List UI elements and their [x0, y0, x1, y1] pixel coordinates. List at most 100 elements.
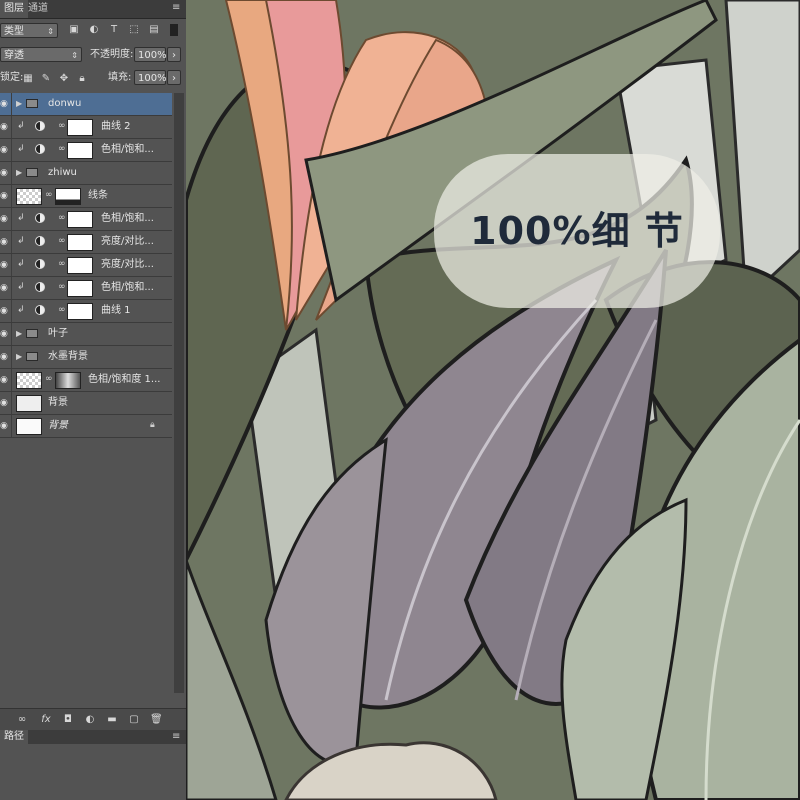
layer-name: 曲线 2 — [101, 121, 131, 132]
link-layers-icon[interactable]: ∞ — [16, 714, 28, 726]
new-group-icon[interactable]: ▬ — [106, 714, 118, 726]
layer-name: 色相/饱和度 1... — [88, 374, 161, 385]
fill-label: 填充: — [108, 72, 132, 83]
layer-mask-thumbnail[interactable] — [67, 142, 93, 159]
fill-field[interactable]: 100% — [134, 70, 167, 85]
eye-icon[interactable]: ◉ — [0, 214, 8, 224]
eye-icon[interactable]: ◉ — [0, 306, 8, 316]
expand-arrow-icon[interactable]: ▶ — [16, 352, 22, 361]
eye-icon[interactable]: ◉ — [0, 329, 8, 339]
filter-kind-select[interactable]: 类型 ⇕ — [0, 23, 58, 38]
opacity-field[interactable]: 100% — [134, 47, 167, 62]
eye-icon[interactable]: ◉ — [0, 191, 8, 201]
lock-transparency-icon[interactable]: ▦ — [22, 73, 34, 85]
eye-icon[interactable]: ◉ — [0, 99, 8, 109]
layer-mask-thumbnail[interactable] — [67, 303, 93, 320]
type-filter-icon[interactable]: T — [108, 24, 120, 36]
lock-position-icon[interactable]: ✥ — [58, 73, 70, 85]
chain-link-icon[interactable]: ∞ — [58, 121, 66, 131]
eye-icon[interactable]: ◉ — [0, 237, 8, 247]
layer-row[interactable]: ◉ ↲ ∞ 色相/饱和... — [0, 208, 172, 231]
folder-icon — [26, 168, 38, 177]
chain-link-icon[interactable]: ∞ — [58, 213, 66, 223]
layer-row[interactable]: ◉ 背景 — [0, 392, 172, 415]
adjustment-icon — [35, 121, 45, 131]
eye-icon[interactable]: ◉ — [0, 260, 8, 270]
fx-icon[interactable]: fx — [40, 714, 52, 726]
document-canvas[interactable]: 100%细 节 — [186, 0, 800, 800]
eye-icon[interactable]: ◉ — [0, 375, 8, 385]
clip-arrow-icon: ↲ — [17, 282, 25, 292]
layer-row[interactable]: ◉ 背景 🔒︎ — [0, 415, 172, 438]
chain-link-icon[interactable]: ∞ — [58, 282, 66, 292]
eye-icon[interactable]: ◉ — [0, 352, 8, 362]
folder-icon — [26, 99, 38, 108]
layer-row[interactable]: ◉ ▶ zhiwu — [0, 162, 172, 185]
new-layer-icon[interactable]: ▢ — [128, 714, 140, 726]
layer-row[interactable]: ◉ ∞ 色相/饱和度 1... — [0, 369, 172, 392]
layer-row[interactable]: ◉ ↲ ∞ 曲线 1 — [0, 300, 172, 323]
panel-menu-icon[interactable]: ≡ — [172, 3, 182, 13]
opacity-slider-toggle[interactable]: › — [167, 47, 181, 62]
eye-icon[interactable]: ◉ — [0, 398, 8, 408]
layer-mask-thumbnail[interactable] — [67, 280, 93, 297]
mask-icon[interactable]: ◘ — [62, 714, 74, 726]
layer-row[interactable]: ◉ ▶ 叶子 — [0, 323, 172, 346]
layer-name: 色相/饱和... — [101, 213, 154, 224]
eye-icon[interactable]: ◉ — [0, 283, 8, 293]
layer-thumbnail[interactable] — [16, 395, 42, 412]
layer-name: zhiwu — [48, 167, 77, 178]
eye-icon[interactable]: ◉ — [0, 168, 8, 178]
lock-all-icon[interactable]: 🔒︎ — [76, 73, 88, 85]
layer-name: donwu — [48, 98, 82, 109]
fill-slider-toggle[interactable]: › — [167, 70, 181, 85]
paths-menu-icon[interactable]: ≡ — [172, 732, 182, 742]
layer-mask-thumbnail[interactable] — [67, 257, 93, 274]
chain-link-icon[interactable]: ∞ — [58, 305, 66, 315]
layer-row[interactable]: ◉ ↲ ∞ 曲线 2 — [0, 116, 172, 139]
layer-mask-thumbnail[interactable] — [55, 188, 81, 205]
layer-mask-thumbnail[interactable] — [67, 234, 93, 251]
eye-icon[interactable]: ◉ — [0, 122, 8, 132]
smart-object-filter-icon[interactable]: ▤ — [148, 24, 160, 36]
tab-channels[interactable]: 通道 — [24, 0, 52, 18]
trash-icon[interactable]: 🗑︎ — [150, 714, 163, 726]
adjustment-layer-icon[interactable]: ◐ — [84, 714, 96, 726]
layer-thumbnail[interactable] — [16, 188, 42, 205]
folder-icon — [26, 352, 38, 361]
layer-row[interactable]: ◉ ∞ 线条 — [0, 185, 172, 208]
layer-row[interactable]: ◉ ▶ 水墨背景 — [0, 346, 172, 369]
layer-scrollbar[interactable] — [174, 93, 184, 693]
layer-row[interactable]: ◉ ↲ ∞ 色相/饱和... — [0, 139, 172, 162]
layer-thumbnail[interactable] — [16, 372, 42, 389]
layer-row[interactable]: ◉ ↲ ∞ 亮度/对比... — [0, 254, 172, 277]
tab-paths[interactable]: 路径 — [0, 730, 28, 744]
layer-name: 色相/饱和... — [101, 144, 154, 155]
layer-row[interactable]: ◉ ▶ donwu — [0, 93, 172, 116]
eye-icon[interactable]: ◉ — [0, 145, 8, 155]
adjustment-icon — [35, 236, 45, 246]
chain-link-icon[interactable]: ∞ — [58, 236, 66, 246]
chain-link-icon[interactable]: ∞ — [45, 190, 53, 200]
chain-link-icon[interactable]: ∞ — [45, 374, 53, 384]
lock-paint-icon[interactable]: ✎ — [40, 73, 52, 85]
layer-thumbnail[interactable] — [16, 418, 42, 435]
layer-row[interactable]: ◉ ↲ ∞ 亮度/对比... — [0, 231, 172, 254]
eye-icon[interactable]: ◉ — [0, 421, 8, 431]
chain-link-icon[interactable]: ∞ — [58, 259, 66, 269]
adjustment-filter-icon[interactable]: ◐ — [88, 24, 100, 36]
layer-row[interactable]: ◉ ↲ ∞ 色相/饱和... — [0, 277, 172, 300]
expand-arrow-icon[interactable]: ▶ — [16, 329, 22, 338]
layer-mask-thumbnail[interactable] — [67, 119, 93, 136]
blend-row: 穿透 ⇕ 不透明度: 100% › — [0, 44, 186, 66]
blend-mode-select[interactable]: 穿透 ⇕ — [0, 47, 82, 62]
chain-link-icon[interactable]: ∞ — [58, 144, 66, 154]
expand-arrow-icon[interactable]: ▶ — [16, 99, 22, 108]
clip-arrow-icon: ↲ — [17, 213, 25, 223]
expand-arrow-icon[interactable]: ▶ — [16, 168, 22, 177]
layer-mask-thumbnail[interactable] — [67, 211, 93, 228]
image-filter-icon[interactable]: ▣ — [68, 24, 80, 36]
layer-mask-thumbnail[interactable] — [55, 372, 81, 389]
filter-toggle[interactable] — [170, 24, 178, 36]
shape-filter-icon[interactable]: ⬚ — [128, 24, 140, 36]
